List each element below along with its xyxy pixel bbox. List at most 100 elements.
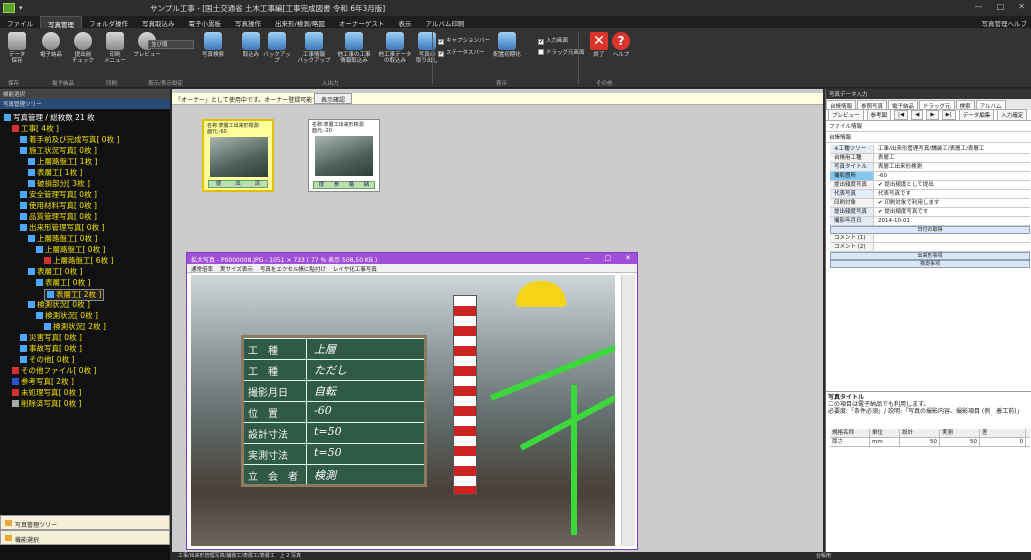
tree-node[interactable]: 出来形管理写真[ 0枚 ] [20,223,104,233]
tree-node[interactable]: 未処理写真[ 0枚 ] [12,388,81,398]
save-data-button[interactable]: データ 保存 [2,32,32,64]
help-menu-link[interactable]: 写真管理ヘルプ [982,18,1028,28]
right-panel-tool[interactable]: 入力確定 [997,109,1028,121]
quick-access-dropdown[interactable]: ▾ [19,4,23,12]
right-panel-tab[interactable]: ドラッグ元 [919,100,955,110]
tree-node[interactable]: 検測状況[ 0枚 ] [36,311,98,321]
property-row[interactable]: 写真タイトル 表層工出来形検測 [830,163,1030,172]
right-panel-tool[interactable]: 参考図 [866,109,892,121]
tree-node[interactable]: 削除済写真[ 0枚 ] [12,399,81,409]
tree-node[interactable]: 写真管理 / 総枚数 21 枚 [4,113,95,123]
eng-backup-button[interactable]: 工事情報 バックアップ [296,32,332,64]
tree-node[interactable]: その他[ 0枚 ] [20,355,74,365]
display-check-button[interactable]: 表示確認 [314,93,353,104]
ribbon-checkbox[interactable]: ✔ キャプションバー [438,36,490,45]
eng-import-button[interactable]: 他工事の工事 情報取込み [336,32,372,64]
tree-node[interactable]: 品質管理写真[ 0枚 ] [20,212,97,222]
other-data-import-button[interactable]: 他工事データ の取込み [376,32,414,64]
property-row[interactable]: 印刷対象 ✔ 印刷対象で利用します [830,199,1030,208]
tree-node[interactable]: 検測状況[ 2枚 ] [44,322,106,332]
viewer-scrollbar[interactable] [621,275,635,546]
tree-node[interactable]: 表層工[ 0枚 ] [28,267,82,277]
tree-node[interactable]: 破損部分[ 3枚 ] [28,179,90,189]
measure-cell[interactable]: 0 [980,438,1026,446]
right-panel-tool[interactable]: ▶| [941,110,956,120]
right-panel-tab[interactable]: 電子納品 [888,100,919,110]
section-ledger-info[interactable]: 台帳情報 [826,132,1031,143]
sort-order-select[interactable]: 並び順 [148,40,194,49]
tab-function-select[interactable]: 機能選択 [0,530,170,545]
tree-node[interactable]: 上層路盤工[ 0枚 ] [36,245,105,255]
tree-node[interactable]: 上層路盤工[ 1枚 ] [28,157,97,167]
viewer-menu-item[interactable]: 写真をエクセル帳に貼付け [260,265,326,273]
section-file-info[interactable]: ファイル情報 [826,121,1031,132]
viewer-menu-item[interactable]: 実サイズ表示 [220,265,253,273]
photo-thumbnail[interactable]: 名称:表層工出来形検測 面元:-20 提 参 格 納 [308,119,380,192]
viewer-minimize-button[interactable]: — [584,254,591,262]
right-panel-tool[interactable]: プレビュー [828,109,864,121]
photo-search-button[interactable]: 写真検索 [198,32,228,58]
menu-tab[interactable]: アルバム印刷 [418,16,471,28]
measure-cell[interactable]: 50 [900,438,940,446]
menu-tab[interactable]: 写真操作 [228,16,268,28]
viewer-menu-item[interactable]: レイヤ化工事写真 [333,265,377,273]
menu-tab[interactable]: フォルダ操作 [82,16,135,28]
property-value[interactable]: -60 [874,172,1030,180]
measure-cell[interactable]: 厚さ [830,438,870,446]
property-row[interactable]: 提出頻度写真 ✔ 提出頻度として提出 [830,181,1030,190]
comment-row[interactable]: コメント (1) [830,234,1030,243]
menu-tab[interactable]: 写真管理 [40,16,82,29]
property-value[interactable]: 代表写真です [874,190,1030,198]
measure-cell[interactable]: 50 [940,438,980,446]
photo-thumbnail[interactable]: 名称:表層工出来形検測 面元:-60 提 出 済 [202,119,274,192]
property-row[interactable]: 代表写真 代表写真です [830,190,1030,199]
help-button[interactable]: ? ヘルプ [606,32,636,58]
close-button[interactable]: ✕ [1018,2,1025,11]
tree-node[interactable]: 施工状況写真[ 0枚 ] [20,146,97,156]
comment-value[interactable] [874,243,1030,251]
right-panel-tool[interactable]: ▶ [926,110,939,120]
property-value[interactable]: 表層工出来形検測 [874,163,1030,171]
right-panel-tool[interactable]: |◀ [894,110,909,120]
viewer-menu-item[interactable]: 通常倍率 [191,265,213,273]
tree-node[interactable]: 着手前及び完成写真[ 0枚 ] [20,135,119,145]
measure-row[interactable]: 厚さ mm 50 50 0 [830,438,1030,447]
viewer-maximize-button[interactable]: □ [605,254,612,262]
property-row[interactable]: 台帳用工種 表層工 [830,154,1030,163]
tree-node[interactable]: その他ファイル[ 0枚 ] [12,366,96,376]
property-row[interactable]: 撮影年月日 2014-10-01 [830,217,1030,226]
tree-node[interactable]: 参考写真[ 2枚 ] [12,377,74,387]
tree-node[interactable]: 上層路盤工[ 6枚 ] [44,256,113,266]
menu-tab[interactable]: 写真取込み [135,16,182,28]
measure-cell[interactable]: mm [870,438,900,446]
property-value[interactable]: 工事/出来形管理写真/舗装工/表層工/表層工 [874,145,1030,153]
tab-photo-tree[interactable]: 写真管理ツリー [0,515,170,530]
property-row[interactable]: 撮影箇所 -60 [830,172,1030,181]
tree-node[interactable]: 上層路盤工[ 0枚 ] [28,234,97,244]
print-menu-button[interactable]: 印刷 メニュー [100,32,130,64]
tree-node[interactable]: 工事[ 4枚 ] [12,124,59,134]
ribbon-checkbox[interactable]: ✔ 入力画面 [538,36,568,45]
kensoku-button[interactable]: 検測事項 [830,260,1030,268]
tree-node[interactable]: 事故写真[ 0枚 ] [20,344,82,354]
tree-node[interactable]: 災害写真[ 0枚 ] [20,333,82,343]
e-nouhin-button[interactable]: 電子納品 [36,32,66,58]
dekigata-button[interactable]: 出来形事項 [830,252,1030,260]
comment-row[interactable]: コメント (2) [830,243,1030,252]
menu-tab[interactable]: 電子小黒板 [182,16,229,28]
minimize-button[interactable]: — [975,2,983,11]
tree-node[interactable]: 表層工[ 1枚 ] [28,168,82,178]
property-value[interactable]: ✔ 印刷対象で利用します [874,199,1030,207]
property-row[interactable]: 提出頻度写真 ✔ 提出頻度写真です [830,208,1030,217]
tree-node[interactable]: 安全管理写真[ 0枚 ] [20,190,97,200]
layout-reset-button[interactable]: 配置初期化 [492,32,522,58]
property-value[interactable]: 表層工 [874,154,1030,162]
property-value[interactable]: ✔ 提出頻度として提出 [874,181,1030,189]
menu-tab[interactable]: 出来形/検測/略図 [268,16,332,28]
comment-value[interactable] [874,234,1030,242]
menu-tab[interactable]: 表示 [391,16,418,28]
maximize-button[interactable]: □ [997,2,1005,11]
tree-node[interactable]: 使用材料写真[ 0枚 ] [20,201,97,211]
property-value[interactable]: 2014-10-01 [874,217,1030,225]
ribbon-checkbox[interactable]: ✔ ステータスバー [438,48,485,57]
